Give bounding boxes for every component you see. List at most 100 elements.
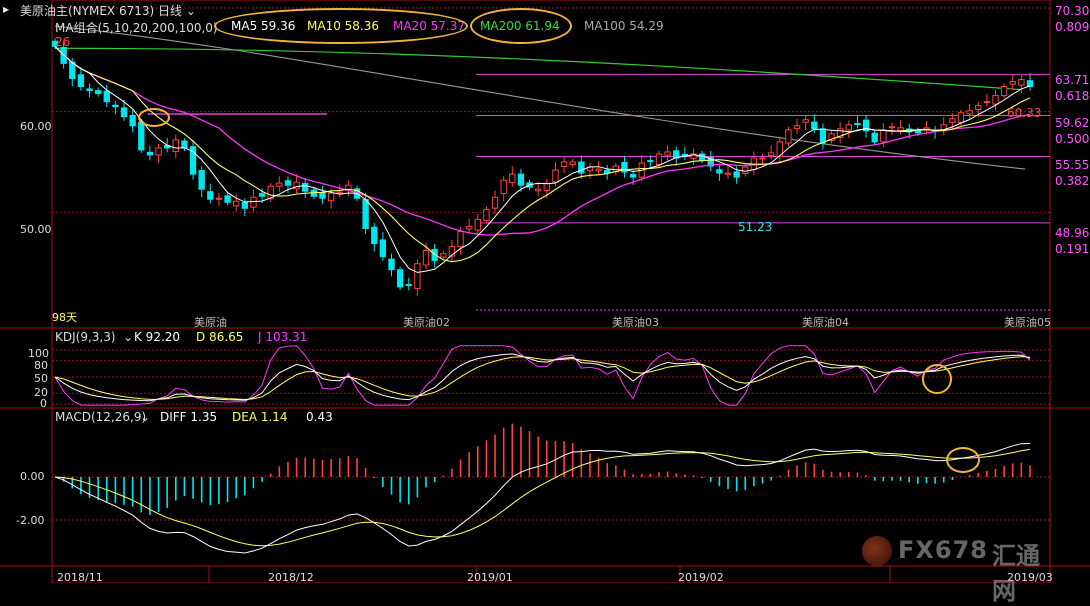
candle-body — [293, 181, 300, 190]
fib-ratio-0500: 0.500 — [1055, 132, 1090, 146]
price-tick-50: 50.00 — [20, 223, 52, 236]
highlight-ellipse-ma — [214, 8, 468, 44]
days-count: 98天 — [52, 311, 77, 324]
kdj-d-value: D 86.65 — [196, 330, 244, 344]
highlight-ellipse-ma200 — [470, 8, 572, 44]
macd-histogram-value: 0.43 — [306, 410, 333, 424]
kdj-tick-0: 0 — [40, 397, 47, 410]
chevron-down-icon: ⌄ — [182, 4, 196, 18]
candle-body — [1009, 80, 1016, 85]
candle-body — [560, 161, 568, 167]
candle-body — [871, 132, 878, 143]
watermark-cn: 汇通网 — [992, 542, 1040, 605]
contract-label-2: 美原油02 — [403, 316, 450, 329]
candle-body — [336, 191, 343, 194]
chart-window: ▸ 美原油主(NYMEX 6713) 日线 ⌄ MA组合(5,10,20,200… — [0, 0, 1090, 605]
candle-body — [129, 115, 136, 127]
fib-price-5962: 59.62 — [1055, 116, 1090, 130]
fib-ratio-0382: 0.382 — [1055, 174, 1090, 188]
candle-body — [224, 195, 231, 203]
candle-body — [319, 192, 326, 199]
candle-body — [327, 192, 335, 202]
chevron-down-icon[interactable]: ⌄ — [140, 410, 150, 424]
menu-icon[interactable]: ▸ — [3, 2, 9, 16]
macd-title[interactable]: MACD(12,26,9) — [55, 410, 146, 424]
macd-tick-minus2: -2.00 — [16, 514, 45, 527]
candle-body — [992, 95, 999, 105]
candle-body — [215, 197, 223, 200]
candle-body — [811, 121, 818, 130]
candle-body — [595, 168, 602, 172]
fib-ratio-0618: 0.618 — [1055, 89, 1090, 103]
candle-body — [284, 180, 292, 186]
candle-body — [500, 179, 507, 195]
instrument-title[interactable]: 美原油主(NYMEX 6713) — [20, 2, 154, 19]
fx678-logo-icon — [862, 536, 892, 566]
candle-body — [362, 198, 369, 229]
candle-body — [509, 173, 516, 184]
highlight-ellipse-cross1 — [138, 108, 170, 127]
candle-body — [241, 201, 248, 209]
kdj-j-value: J 103.31 — [258, 330, 308, 344]
candle-body — [949, 118, 956, 123]
candle-body — [103, 90, 110, 103]
candle-body — [405, 283, 412, 286]
local-low-label: 51.23 — [738, 220, 773, 234]
candle-body — [897, 127, 904, 131]
candle-body — [250, 196, 257, 208]
watermark: FX678 汇通网 — [862, 530, 1062, 605]
highlight-ellipse-macd-cross — [946, 447, 980, 473]
period-label: 日线 — [158, 4, 183, 18]
contract-label-5: 美原油05 — [1004, 316, 1051, 329]
candle-body — [517, 173, 525, 186]
ma200-line — [54, 47, 1021, 91]
candle-body — [138, 121, 145, 151]
candle-body — [552, 169, 559, 183]
contract-label-1: 美原油 — [194, 316, 227, 329]
kdj-title[interactable]: KDJ(9,3,3) — [55, 330, 116, 344]
last-price-label: 60.33 — [1007, 106, 1042, 120]
macd-diff-value: DIFF 1.35 — [160, 410, 218, 424]
candle-body — [276, 182, 283, 187]
candle-body — [629, 174, 637, 178]
stock-chart-svg[interactable] — [0, 0, 1090, 584]
candle-body — [414, 263, 421, 289]
candle-body — [483, 208, 490, 222]
candle-body — [569, 161, 576, 165]
candle-body — [759, 157, 766, 160]
macd-tick-0: 0.00 — [20, 470, 45, 483]
fib-ratio-0191: 0.191 — [1055, 242, 1090, 256]
fib-price-4896: 48.96 — [1055, 226, 1090, 240]
candle-body — [155, 147, 162, 156]
candle-body — [120, 107, 128, 118]
candle-body — [112, 104, 119, 108]
candle-body — [724, 172, 732, 175]
candle-body — [785, 129, 792, 144]
candle-body — [655, 153, 663, 166]
date-label-2018-11: 2018/11 — [57, 571, 103, 584]
date-label-2018-12: 2018/12 — [268, 571, 314, 584]
candle-body — [983, 101, 991, 104]
macd-dea-value: DEA 1.14 — [232, 410, 288, 424]
period-selector[interactable]: 日线 ⌄ — [158, 2, 196, 19]
candle-body — [181, 140, 188, 149]
candle-body — [302, 182, 309, 192]
chevron-down-icon[interactable]: ⌄ — [123, 330, 133, 344]
highlight-ellipse-kdj-cross — [922, 364, 952, 394]
candle-body — [578, 161, 585, 174]
candle-body — [422, 250, 430, 266]
candle-body — [664, 151, 671, 156]
candle-body — [975, 105, 982, 110]
kdj-tick-50: 50 — [34, 372, 48, 385]
candle-body — [77, 74, 85, 88]
candle-body — [880, 129, 887, 143]
candle-body — [802, 119, 809, 123]
candle-body — [198, 169, 205, 190]
candle-body — [767, 152, 775, 157]
ma-group-label[interactable]: MA组合(5,10,20,200,100,0) — [55, 19, 218, 36]
price-top: 70.30 — [1055, 4, 1090, 18]
ma100-value: MA100 54.29 — [584, 19, 664, 33]
candle-body — [371, 226, 378, 245]
date-label-2019-02: 2019/02 — [678, 571, 724, 584]
candle-body — [914, 130, 922, 134]
